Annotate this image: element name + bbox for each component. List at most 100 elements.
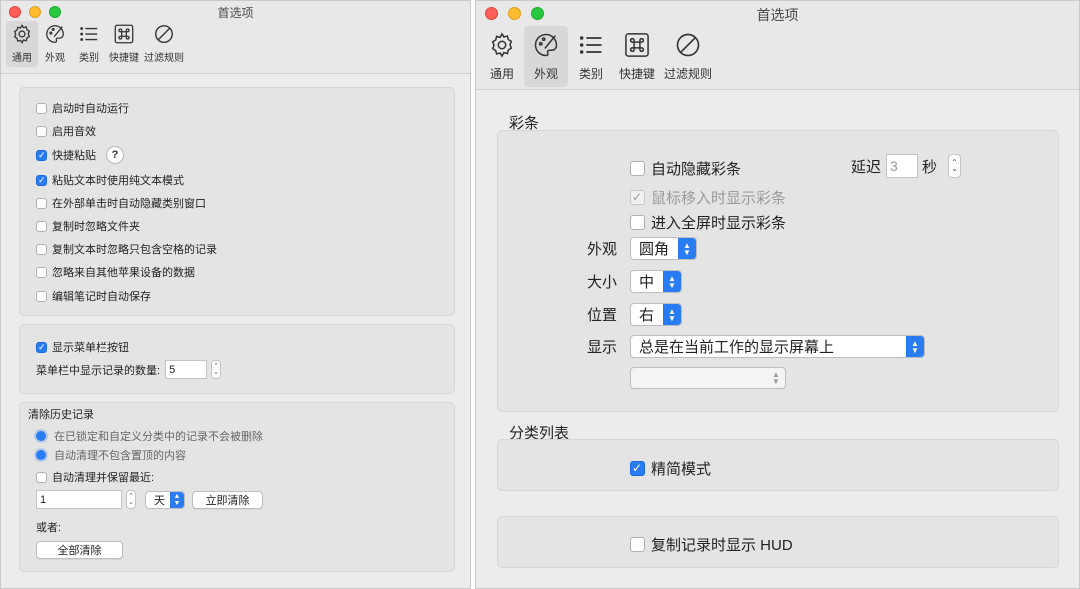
tab-filter-rules[interactable]: 过滤规则 [660,26,716,87]
tab-general[interactable]: 通用 [482,26,522,87]
tab-general[interactable]: 通用 [6,21,38,67]
tab-shortcuts[interactable]: 快捷键 [106,21,142,67]
option-ignore-folders[interactable]: 复制时忽略文件夹 [36,218,140,234]
option-quick-paste[interactable]: 快捷粘贴 ? [36,146,124,164]
toolbar-divider [1,73,470,74]
checkbox[interactable] [36,266,47,278]
checkbox[interactable] [630,161,645,176]
checkbox[interactable] [630,190,645,205]
position-popup[interactable]: 右 ▲ ▼ [630,303,682,326]
prohibited-icon [155,25,173,43]
tab-label: 过滤规则 [144,53,184,64]
option-label: 启动时自动运行 [52,103,129,115]
history-note-text: 在已锁定和自定义分类中的记录不会被删除 [54,431,263,443]
keep-unit-popup[interactable]: 天 ▲ ▼ [145,490,185,509]
history-note-pinned: 自动清理不包含置顶的内容 [36,447,186,463]
ribbon-extra-row: ▲ ▼ [630,367,786,389]
option-label: 快捷粘贴 [52,150,96,162]
delay-stepper[interactable]: ⌃ ⌄ [948,154,962,178]
keep-count-stepper[interactable]: ⌃ ⌄ [126,490,136,509]
stepper-down-icon: ⌄ [951,164,958,173]
clear-now-button[interactable]: 立即清除 [192,490,263,509]
checkbox[interactable] [630,537,645,552]
command-key-icon [114,24,134,44]
option-show-menubar-button[interactable]: 显示菜单栏按钮 [36,339,129,355]
display-popup[interactable]: 总是在当前工作的显示屏幕上 ▲ ▼ [630,335,925,358]
chevron-updown-icon: ▲ ▼ [170,491,184,508]
menubar-count-label: 菜单栏中显示记录的数量: [36,364,161,377]
window-title: 首选项 [756,7,799,23]
gear-icon [13,24,31,44]
checkbox[interactable] [36,290,47,302]
tab-label: 外观 [533,67,558,81]
option-fullscreen-show-ribbon[interactable]: 进入全屏时显示彩条 [630,212,786,233]
position-value: 右 [639,307,655,324]
option-compact-mode[interactable]: 精简模式 [630,458,711,479]
option-label: 在外部单击时自动隐藏类别窗口 [52,198,206,210]
ribbon-size-row: 大小 中 ▲ ▼ [587,270,682,293]
chevron-updown-icon: ▲ ▼ [906,336,924,357]
extra-display-popup[interactable]: ▲ ▼ [630,367,786,389]
option-sound-effects[interactable]: 启用音效 [36,123,96,139]
help-button[interactable]: ? [106,146,124,164]
tab-appearance[interactable]: 外观 [38,21,72,67]
tab-appearance[interactable]: 外观 [524,26,568,87]
tab-filter-rules[interactable]: 过滤规则 [142,21,186,67]
tab-shortcuts[interactable]: 快捷键 [614,26,660,87]
lightbulb-icon [36,450,46,460]
option-auto-clean[interactable]: 自动清理并保留最近: [36,469,154,485]
checkbox[interactable] [36,243,47,255]
delay-unit: 秒 [922,158,938,176]
option-label: 显示菜单栏按钮 [52,342,129,354]
checkbox[interactable] [630,461,645,476]
checkbox[interactable] [36,220,47,232]
option-autosave-notes[interactable]: 编辑笔记时自动保存 [36,288,151,304]
option-plain-text-paste[interactable]: 粘贴文本时使用纯文本模式 [36,172,184,188]
tab-label: 外观 [45,53,65,64]
checkbox[interactable] [36,174,47,186]
toolbar: 通用 外观 类别 快捷键 过滤规则 [6,21,470,67]
checkbox[interactable] [36,197,47,209]
tab-label: 类别 [578,67,603,81]
option-ignore-other-devices[interactable]: 忽略来自其他苹果设备的数据 [36,264,195,280]
option-hover-show-ribbon[interactable]: 鼠标移入时显示彩条 [630,187,786,208]
checkbox[interactable] [36,341,47,353]
brush-palette-icon [534,33,558,57]
size-value: 中 [639,274,655,291]
checkbox[interactable] [36,102,47,114]
tab-label: 快捷键 [618,67,655,81]
option-label: 精简模式 [651,461,712,478]
titlebar: 首选项 通用 外观 类别 快捷键 过滤规则 [1,1,470,73]
option-show-hud[interactable]: 复制记录时显示 HUD [630,534,793,555]
menubar-count-stepper[interactable]: ⌃ ⌄ [211,360,222,379]
option-label: 进入全屏时显示彩条 [651,215,787,232]
chevron-updown-icon: ▲ ▼ [678,238,696,259]
option-auto-hide-category-window[interactable]: 在外部单击时自动隐藏类别窗口 [36,195,206,211]
keep-count-input[interactable]: 1 [36,490,122,509]
position-label: 位置 [587,307,618,324]
option-auto-hide-ribbon[interactable]: 自动隐藏彩条 [630,158,741,179]
history-title: 清除历史记录 [28,409,94,421]
menubar-count-input[interactable]: 5 [165,360,208,379]
ribbon-display-row: 显示 总是在当前工作的显示屏幕上 ▲ ▼ [587,335,925,358]
appearance-popup[interactable]: 圆角 ▲ ▼ [630,237,697,260]
tab-categories[interactable]: 类别 [72,21,106,67]
command-key-icon [625,33,649,57]
option-ignore-whitespace[interactable]: 复制文本时忽略只包含空格的记录 [36,241,217,257]
option-launch-at-login[interactable]: 启动时自动运行 [36,100,129,116]
delay-input[interactable]: 3 [886,154,919,178]
checkbox[interactable] [36,149,47,161]
gear-icon [491,32,513,58]
checkbox[interactable] [36,471,47,483]
size-popup[interactable]: 中 ▲ ▼ [630,270,682,293]
chevron-updown-icon: ▲ ▼ [663,271,681,292]
checkbox[interactable] [630,215,645,230]
tab-categories[interactable]: 类别 [568,26,614,87]
stepper-down-icon: ⌄ [213,368,219,376]
option-label: 复制记录时显示 HUD [651,537,793,554]
lightbulb-icon [36,431,46,441]
checkbox[interactable] [36,125,47,137]
clear-all-button[interactable]: 全部清除 [36,541,123,559]
keep-unit-value: 天 [154,494,165,507]
list-icon [579,36,602,54]
